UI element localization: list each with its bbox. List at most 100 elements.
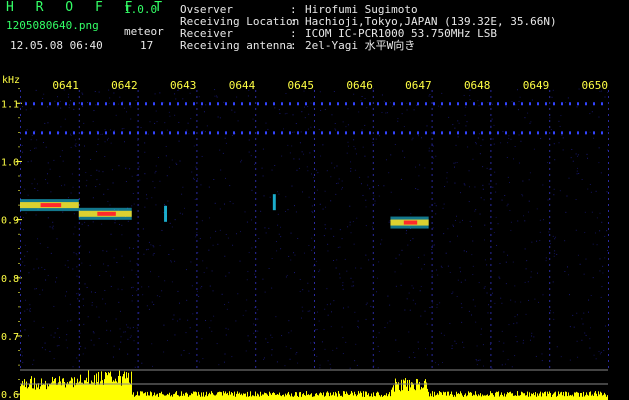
noise-speck <box>469 99 471 101</box>
noise-speck <box>21 351 23 353</box>
noise-speck <box>301 191 303 193</box>
level-bar <box>564 396 565 400</box>
noise-speck <box>412 299 414 301</box>
noise-speck <box>67 96 69 98</box>
level-bar <box>605 394 606 400</box>
level-bar <box>394 391 395 400</box>
level-bar <box>86 377 87 400</box>
carrier-dash <box>81 131 83 135</box>
noise-speck <box>336 183 338 185</box>
noise-speck <box>27 161 29 163</box>
noise-speck <box>491 367 493 369</box>
level-bar <box>436 394 437 400</box>
level-bar <box>272 393 273 400</box>
time-grid-dot <box>255 114 257 116</box>
noise-speck <box>528 179 530 181</box>
level-bar <box>447 391 448 400</box>
level-bar <box>24 379 25 400</box>
time-grid-dot <box>549 138 551 140</box>
noise-speck <box>146 194 148 196</box>
noise-speck <box>501 302 503 304</box>
carrier-dash <box>273 102 275 106</box>
time-grid-dot <box>608 216 609 218</box>
level-bar <box>457 393 458 400</box>
noise-speck <box>239 260 241 262</box>
level-bar <box>561 391 562 400</box>
noise-speck <box>324 224 326 226</box>
level-bar <box>156 394 157 400</box>
time-grid-dot <box>431 96 433 98</box>
noise-speck <box>432 157 434 159</box>
time-grid-dot <box>20 168 21 170</box>
noise-speck <box>564 270 566 272</box>
level-bar <box>534 395 535 400</box>
noise-speck <box>472 299 474 301</box>
level-bar <box>572 394 573 400</box>
noise-speck <box>357 327 359 329</box>
time-grid-dot <box>608 228 609 230</box>
noise-speck <box>476 360 478 362</box>
time-grid-dot <box>314 168 315 170</box>
noise-speck <box>299 291 301 293</box>
level-bar <box>238 393 239 400</box>
time-grid-dot <box>20 156 21 158</box>
level-bar <box>251 396 252 400</box>
noise-speck <box>211 330 213 332</box>
level-bar <box>107 375 108 400</box>
time-tick-label: 0646 <box>346 79 373 92</box>
carrier-dash <box>273 131 275 135</box>
noise-speck <box>187 319 189 321</box>
noise-speck <box>591 111 593 113</box>
noise-speck <box>143 253 145 255</box>
noise-speck <box>131 205 133 207</box>
time-grid-dot <box>196 108 198 110</box>
noise-speck <box>64 184 66 186</box>
noise-speck <box>64 264 66 266</box>
time-grid-dot <box>255 168 257 170</box>
time-grid-dot <box>608 96 609 98</box>
noise-speck <box>475 321 477 323</box>
level-bar <box>299 392 300 400</box>
noise-speck <box>460 281 462 283</box>
carrier-dash <box>257 102 259 106</box>
noise-speck <box>244 211 246 213</box>
noise-speck <box>577 356 579 358</box>
noise-speck <box>163 102 165 104</box>
noise-speck <box>591 211 593 213</box>
noise-speck <box>106 329 108 331</box>
noise-speck <box>237 293 239 295</box>
noise-speck <box>232 244 234 246</box>
noise-speck <box>225 177 227 179</box>
level-bar <box>276 394 277 400</box>
time-grid-dot <box>255 156 257 158</box>
noise-speck <box>307 105 309 107</box>
level-bar <box>58 382 59 400</box>
time-grid-dot <box>20 186 21 188</box>
level-bar <box>379 395 380 400</box>
level-bar <box>599 394 600 400</box>
noise-speck <box>466 251 468 253</box>
carrier-dash <box>209 102 211 106</box>
level-bar <box>522 392 523 400</box>
level-bar <box>578 392 579 400</box>
carrier-dash <box>473 131 475 135</box>
noise-speck <box>268 268 270 270</box>
noise-speck <box>214 95 216 97</box>
noise-speck <box>302 289 304 291</box>
noise-speck <box>66 347 68 349</box>
time-grid-dot <box>314 180 315 182</box>
noise-speck <box>189 92 191 94</box>
noise-speck <box>357 320 359 322</box>
level-bar <box>444 392 445 400</box>
noise-speck <box>421 268 423 270</box>
noise-speck <box>216 96 218 98</box>
level-bar <box>407 380 408 400</box>
time-grid-dot <box>608 252 609 254</box>
noise-speck <box>349 367 351 369</box>
noise-speck <box>547 199 549 201</box>
noise-speck <box>113 92 115 94</box>
level-bar <box>371 393 372 400</box>
carrier-dash <box>201 102 203 106</box>
level-bar <box>489 395 490 400</box>
noise-speck <box>140 127 142 129</box>
